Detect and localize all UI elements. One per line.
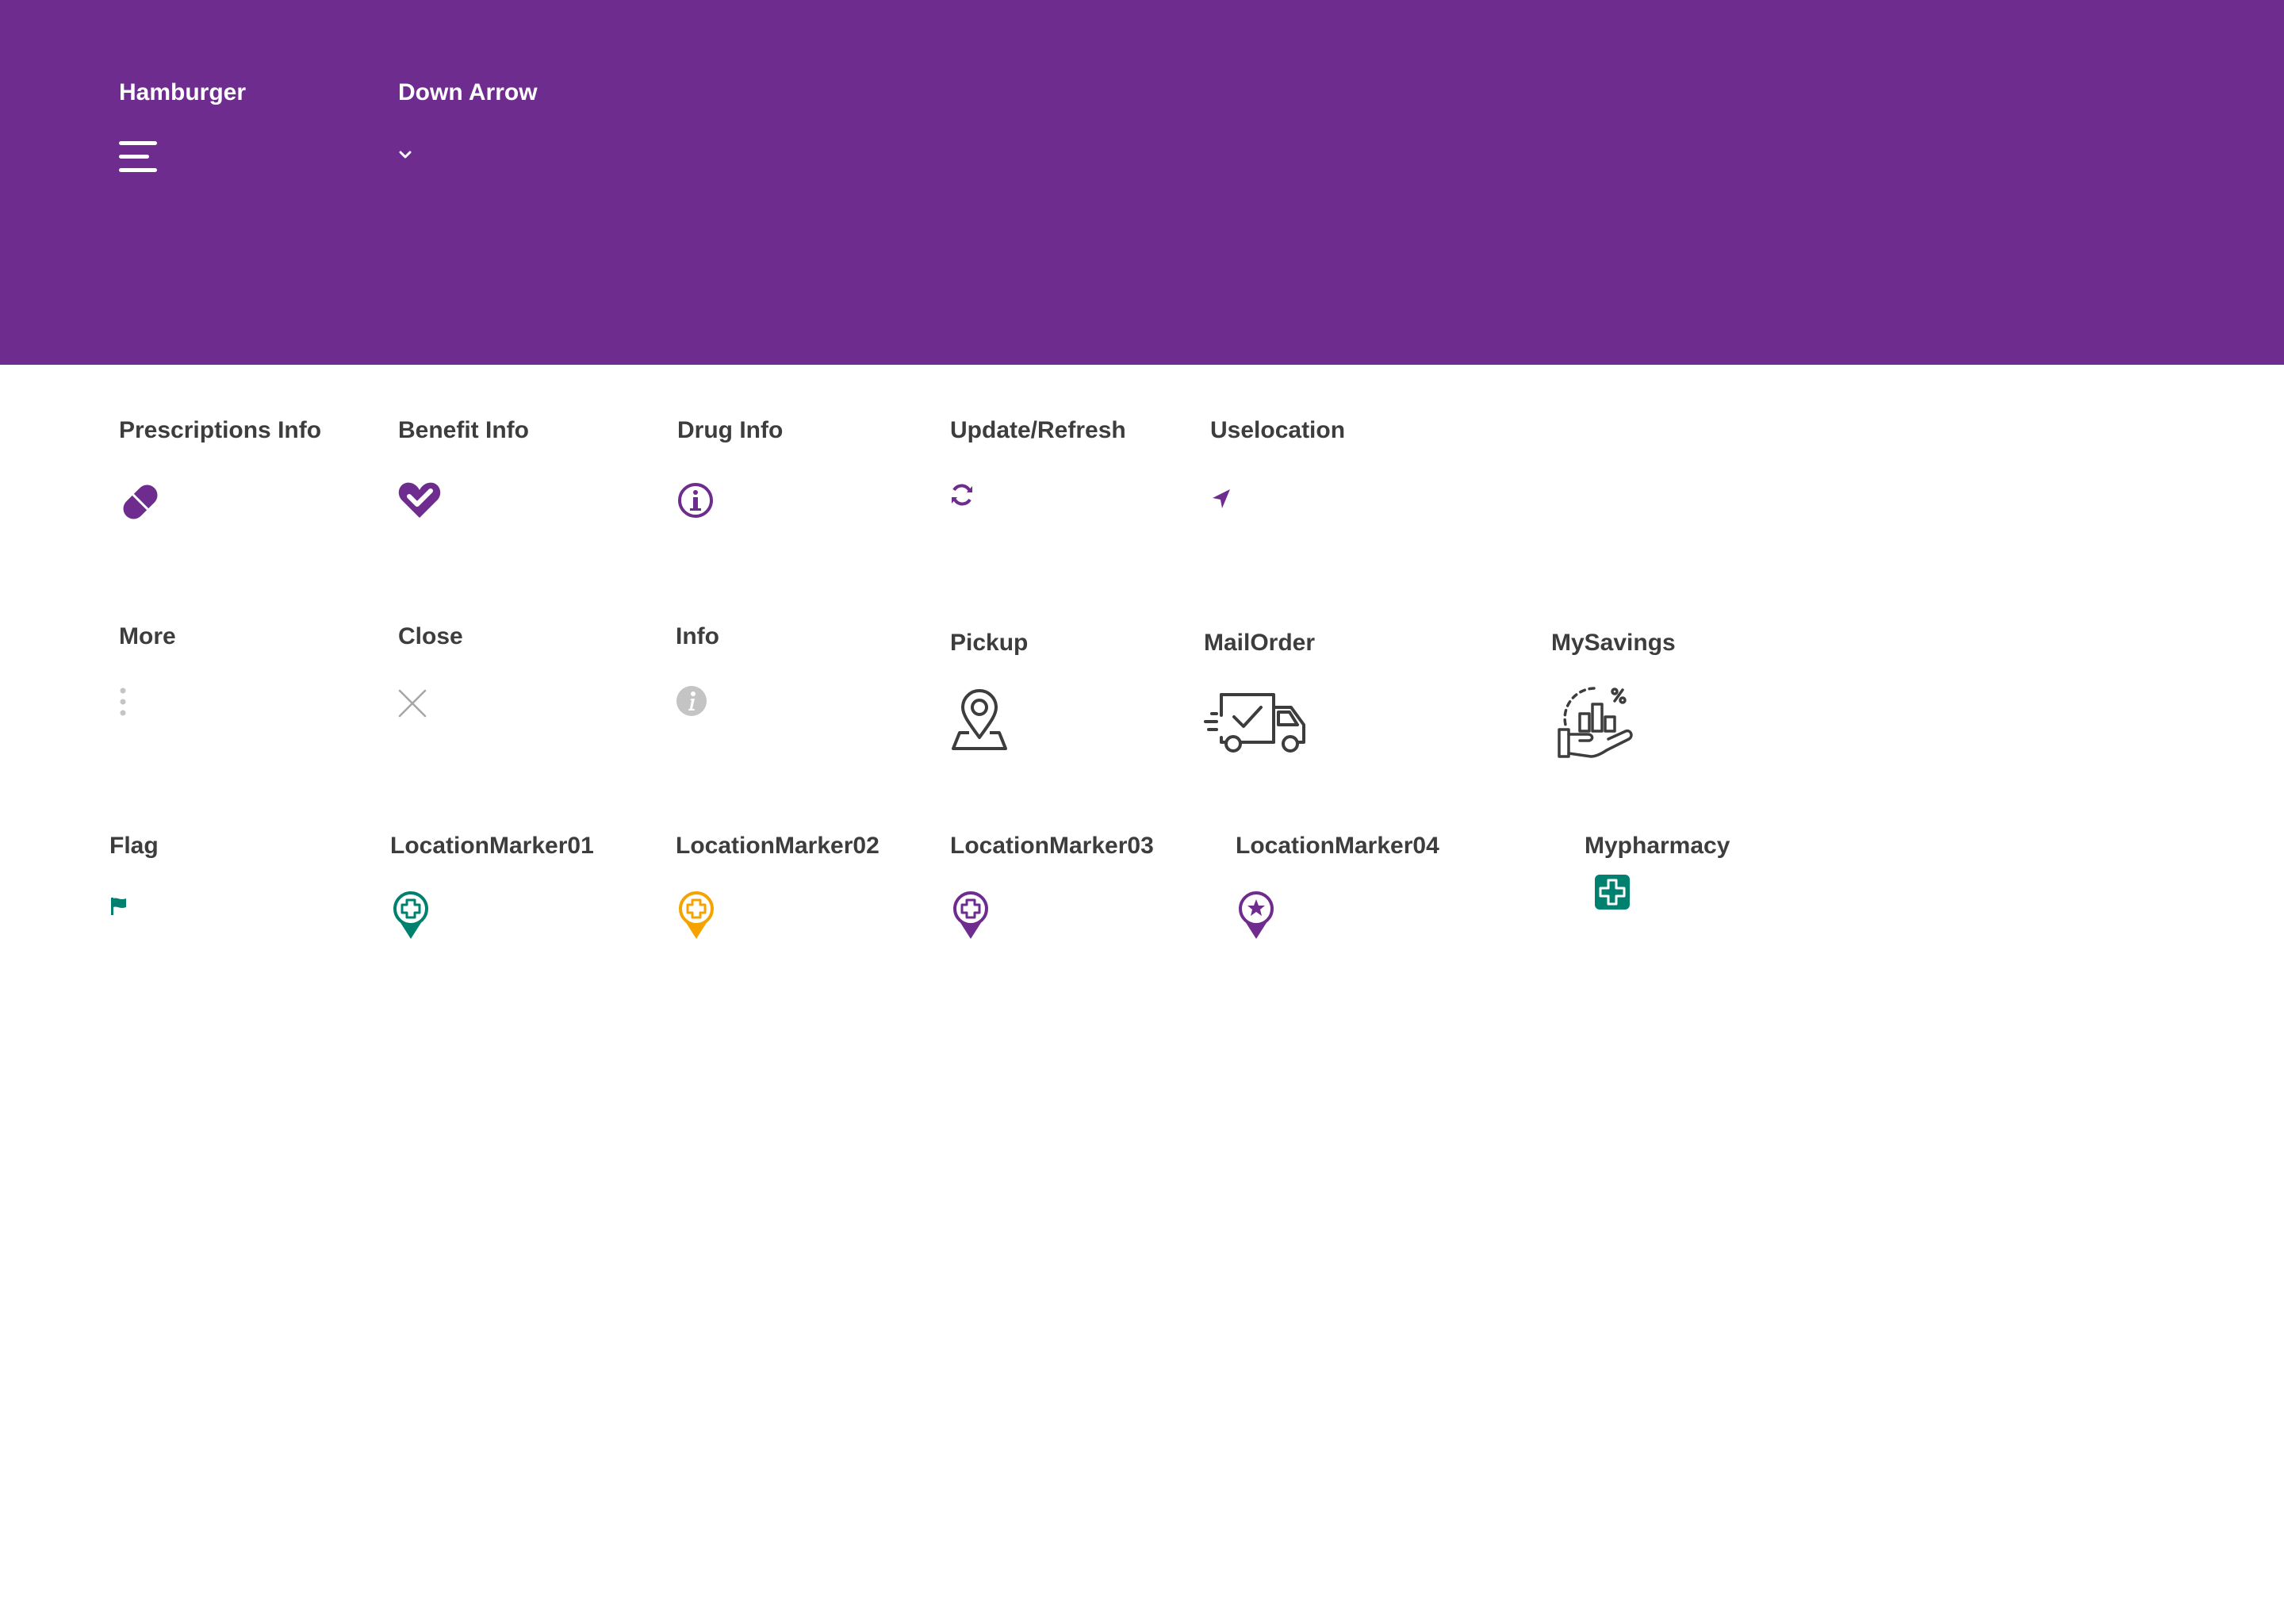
pickup-map-pin-icon[interactable]: [950, 688, 1009, 752]
header-banner: Hamburger Down Arrow: [0, 0, 2284, 365]
hamburger-icon[interactable]: [119, 140, 157, 174]
icon-label: Hamburger: [119, 79, 247, 105]
icon-label: Update/Refresh: [950, 417, 1126, 443]
location-arrow-icon[interactable]: [1210, 487, 1232, 511]
icon-label: Info: [676, 623, 719, 649]
icon-label: LocationMarker03: [950, 833, 1154, 859]
icon-label: LocationMarker04: [1236, 833, 1439, 859]
location-marker-purple-icon[interactable]: [950, 890, 991, 940]
savings-hand-icon[interactable]: [1551, 684, 1638, 763]
icon-label: Benefit Info: [398, 417, 529, 443]
chevron-down-icon[interactable]: [398, 149, 412, 160]
icon-label: Uselocation: [1210, 417, 1346, 443]
location-marker-teal-icon[interactable]: [390, 890, 431, 940]
icon-label: Mypharmacy: [1585, 833, 1730, 859]
icon-label: Flag: [109, 833, 159, 859]
icon-label: MailOrder: [1204, 630, 1316, 656]
icon-label: Down Arrow: [398, 79, 538, 105]
delivery-truck-icon[interactable]: [1204, 690, 1310, 758]
icon-label: MySavings: [1551, 630, 1676, 656]
info-circle-icon[interactable]: [677, 482, 714, 519]
location-marker-star-icon[interactable]: [1236, 890, 1277, 940]
refresh-icon[interactable]: [950, 482, 974, 508]
icon-label: LocationMarker01: [390, 833, 594, 859]
icon-label: More: [119, 623, 176, 649]
icon-label: Drug Info: [677, 417, 784, 443]
heart-check-icon[interactable]: [398, 481, 441, 520]
info-filled-icon[interactable]: [676, 685, 707, 717]
more-vertical-icon[interactable]: [119, 687, 127, 718]
icon-label: Close: [398, 623, 463, 649]
close-icon[interactable]: [398, 689, 427, 718]
pill-icon[interactable]: [119, 481, 162, 523]
icon-label: Prescriptions Info: [119, 417, 322, 443]
pharmacy-cross-icon[interactable]: [1594, 874, 1631, 910]
icon-label: Pickup: [950, 630, 1029, 656]
icon-label: LocationMarker02: [676, 833, 879, 859]
flag-icon[interactable]: [109, 896, 128, 917]
location-marker-orange-icon[interactable]: [676, 890, 717, 940]
